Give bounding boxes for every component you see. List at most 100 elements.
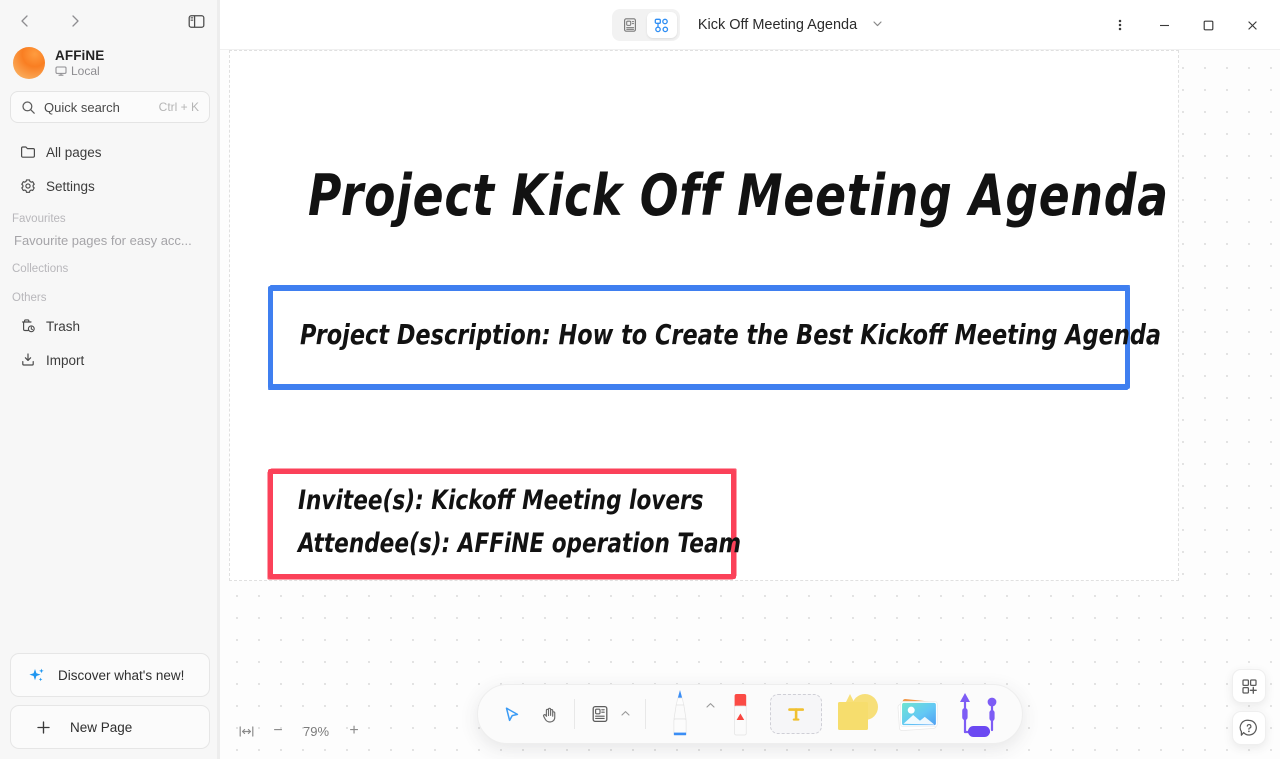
workspace-name: AFFiNE	[55, 48, 105, 63]
red-box-line-1[interactable]: Invitee(s): Kickoff Meeting lovers	[298, 485, 704, 516]
note-icon	[592, 705, 608, 723]
more-vertical-icon	[1118, 19, 1122, 31]
favourites-empty-hint: Favourite pages for easy acc...	[14, 233, 192, 248]
import-icon	[22, 353, 34, 366]
window-maximize-button[interactable]	[1186, 7, 1230, 43]
folder-icon	[21, 146, 35, 158]
sidebar-item-settings[interactable]: Settings	[10, 171, 210, 201]
discover-whats-new-button[interactable]: Discover what's new!	[10, 653, 210, 697]
image-tool-icon	[897, 698, 938, 731]
app-root: AFFiNE Local Quick search Ctrl + K All p…	[0, 0, 1280, 759]
trash-icon	[22, 319, 35, 333]
sidebar-item-trash-label: Trash	[46, 318, 81, 334]
document-title[interactable]: Kick Off Meeting Agenda	[698, 17, 857, 33]
fit-to-screen-icon	[239, 725, 253, 737]
page-mode-icon	[623, 18, 636, 32]
page-mode-button[interactable]	[615, 12, 645, 38]
chevron-up-icon	[621, 710, 630, 716]
more-options-button[interactable]	[1098, 7, 1142, 43]
pen-tool-icon	[673, 690, 687, 736]
section-header-favourites: Favourites	[12, 213, 66, 225]
connector-tool-icon	[960, 693, 997, 737]
workspace-selector[interactable]: AFFiNE Local	[0, 42, 220, 91]
connector-tool-button[interactable]	[948, 684, 1008, 744]
sidebar-item-settings-label: Settings	[46, 178, 95, 194]
zoom-out-button[interactable]: −	[264, 717, 292, 745]
new-page-button[interactable]: New Page	[10, 705, 210, 749]
gear-icon	[21, 179, 35, 193]
search-icon	[22, 100, 35, 114]
workspace-avatar	[13, 47, 45, 79]
section-header-collections: Collections	[12, 263, 69, 275]
quick-search-label: Quick search	[44, 99, 120, 115]
toolbar-nav-group	[484, 684, 656, 744]
nav-forward-button[interactable]	[60, 6, 90, 36]
chevron-left-icon	[21, 15, 28, 27]
text-tool-icon	[788, 708, 804, 721]
pen-tool-expand[interactable]	[705, 701, 716, 712]
text-tool-button[interactable]	[770, 694, 822, 734]
sparkle-icon	[29, 668, 44, 681]
new-page-label: New Page	[70, 719, 133, 735]
editor-mode-switch	[611, 9, 680, 41]
document-title-dropdown[interactable]	[867, 17, 888, 33]
template-button[interactable]	[1232, 669, 1266, 703]
sidebar-item-all-pages-label: All pages	[46, 144, 102, 160]
section-header-others: Others	[12, 292, 47, 304]
eraser-tool-button[interactable]	[716, 684, 764, 744]
sidebar-item-trash[interactable]: Trash	[10, 311, 210, 341]
toolbar-divider-1	[574, 699, 575, 729]
hand-pan-icon	[542, 707, 555, 723]
quick-search-button[interactable]: Quick search Ctrl + K	[10, 91, 210, 123]
workspace-text: AFFiNE Local	[55, 48, 104, 78]
image-tool-button[interactable]	[888, 684, 948, 744]
note-tool-button[interactable]	[581, 695, 619, 733]
discover-whats-new-label: Discover what's new!	[58, 667, 185, 683]
title-bar: Kick Off Meeting Agenda	[220, 0, 1280, 50]
note-tool-expand[interactable]	[620, 709, 631, 720]
edgeless-mode-button[interactable]	[646, 12, 677, 38]
main-area: Kick Off Meeting Agenda Project Kick Off…	[220, 0, 1280, 759]
zoom-in-button[interactable]: +	[340, 717, 368, 745]
pen-tool-button[interactable]	[656, 684, 704, 744]
red-box-line-2[interactable]: Attendee(s): AFFiNE operation Team	[298, 528, 741, 559]
zoom-level-value[interactable]: 79%	[296, 724, 336, 739]
canvas-float-buttons	[1232, 669, 1266, 745]
workspace-sync-status: Local	[55, 64, 104, 78]
plus-icon	[37, 720, 50, 734]
quick-search-shortcut: Ctrl + K	[158, 100, 199, 114]
workspace-sync-label: Local	[71, 64, 100, 78]
toolbar-divider-2	[645, 699, 646, 729]
sidebar-item-import[interactable]: Import	[10, 345, 210, 375]
shape-tool-icon	[838, 694, 878, 730]
blue-box-text[interactable]: Project Description: How to Create the B…	[300, 318, 1161, 351]
edgeless-toolbar	[477, 684, 1023, 744]
select-tool-button[interactable]	[492, 695, 530, 733]
help-button[interactable]	[1232, 711, 1266, 745]
close-icon	[1247, 20, 1257, 30]
edgeless-mode-icon	[654, 18, 669, 32]
window-close-button[interactable]	[1230, 7, 1274, 43]
template-grid-plus-icon	[1241, 678, 1257, 694]
select-arrow-icon	[505, 706, 518, 721]
chevron-right-icon	[72, 15, 79, 27]
edgeless-canvas[interactable]: Project Kick Off Meeting Agenda Project …	[220, 50, 1280, 759]
help-question-icon	[1239, 719, 1257, 736]
sidebar-item-all-pages[interactable]: All pages	[10, 137, 210, 167]
window-minimize-button[interactable]	[1142, 7, 1186, 43]
canvas-title-text[interactable]: Project Kick Off Meeting Agenda	[308, 163, 1169, 229]
shape-tool-button[interactable]	[828, 684, 888, 744]
maximize-icon	[1203, 20, 1213, 30]
window-controls	[1098, 0, 1280, 50]
sidebar-footer: Discover what's new! New Page	[0, 653, 220, 759]
chevron-up-icon	[706, 703, 715, 708]
fit-to-screen-button[interactable]	[232, 717, 260, 745]
sidebar-item-import-label: Import	[46, 352, 85, 368]
minimize-icon	[1159, 24, 1169, 26]
hand-tool-button[interactable]	[530, 695, 568, 733]
nav-back-button[interactable]	[10, 6, 40, 36]
sidebar-collapse-button[interactable]	[182, 7, 210, 35]
cloud-local-icon	[55, 66, 67, 76]
eraser-tool-icon	[734, 694, 747, 736]
zoom-toolbar: − 79% +	[232, 717, 368, 745]
